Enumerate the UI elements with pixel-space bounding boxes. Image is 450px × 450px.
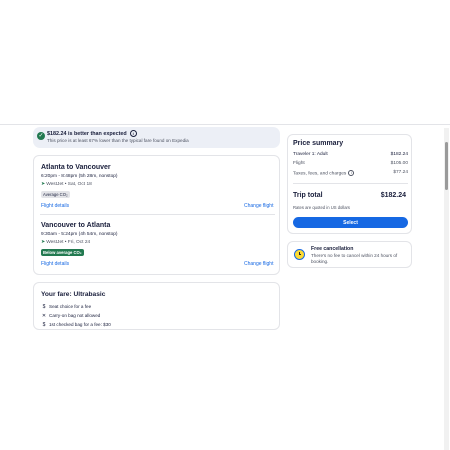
free-cancellation-card: Free cancellation There's no fee to canc… xyxy=(287,241,412,268)
fare-item-text: 1st checked bag for a fee: $30 xyxy=(49,322,111,327)
currency-note: Rates are quoted in US dollars xyxy=(293,205,351,210)
trip-total-value: $182.24 xyxy=(380,192,406,199)
fare-item-text: Carry-on bag not allowed xyxy=(49,313,101,318)
deal-subtitle: This price is at least 67% lower than th… xyxy=(47,138,189,143)
deal-title-row: $182.24 is better than expected i xyxy=(47,130,137,137)
x-icon: ✕ xyxy=(41,313,47,319)
airline-logo-icon: ➤ xyxy=(41,239,46,245)
airline-logo-icon: ➤ xyxy=(41,181,46,187)
flight-airline-text: WestJet • Fri, Oct 24 xyxy=(46,240,91,245)
traveler-label: Traveler 1: Adult xyxy=(293,152,328,157)
deal-title: $182.24 is better than expected xyxy=(47,130,127,137)
flight-price-label: Flight xyxy=(293,161,305,166)
flight-price-value: $105.00 xyxy=(390,161,408,166)
dollar-icon: $ xyxy=(42,304,46,310)
checkmark-icon: ✓ xyxy=(37,132,45,140)
price-deal-banner: ✓ $182.24 is better than expected i This … xyxy=(33,127,280,148)
header-divider xyxy=(0,124,450,125)
traveler-value: $182.24 xyxy=(390,152,408,157)
taxes-value: $77.24 xyxy=(393,170,408,175)
fare-item: $1st checked bag for a fee: $30 xyxy=(41,322,111,328)
flight-details-link[interactable]: Flight details xyxy=(41,203,69,209)
info-icon[interactable]: i xyxy=(348,170,355,176)
trip-total-label: Trip total xyxy=(293,192,323,199)
fare-item: $ Seat choice for a fee xyxy=(41,304,92,310)
emissions-badge: Below average CO₂ xyxy=(41,249,84,256)
cancellation-title: Free cancellation xyxy=(311,246,354,252)
fare-card: Your fare: Ultrabasic $ Seat choice for a… xyxy=(33,282,280,330)
price-divider xyxy=(293,183,408,184)
flight-divider xyxy=(40,214,275,215)
flight-airline: ➤WestJet • Fri, Oct 24 xyxy=(41,239,90,245)
cancellation-text: There's no fee to cancel within 24 hours… xyxy=(311,253,398,264)
price-summary-card: Price summary Traveler 1: Adult $182.24 … xyxy=(287,134,412,234)
taxes-label: Taxes, fees, and charges xyxy=(293,171,347,177)
flight-airline: ➤WestJet • Sat, Oct 18 xyxy=(41,181,92,187)
flight-airline-text: WestJet • Sat, Oct 18 xyxy=(46,182,92,187)
dollar-icon: $ xyxy=(42,322,46,328)
scrollbar-thumb[interactable] xyxy=(445,142,448,190)
flight-price-row: Flight $105.00 xyxy=(293,161,408,166)
fare-item-text: Seat choice for a fee xyxy=(49,304,92,309)
select-button[interactable]: Select xyxy=(293,217,408,228)
clock-icon xyxy=(294,249,305,260)
flights-card: Atlanta to Vancouver 6:20pm - 8:48pm (5h… xyxy=(33,155,280,275)
flight-time: 6:20pm - 8:48pm (5h 28m, nonstop) xyxy=(41,174,118,179)
emissions-badge: Average CO₂ xyxy=(41,191,70,198)
change-flight-link[interactable]: Change flight xyxy=(244,203,273,209)
flight-title: Atlanta to Vancouver xyxy=(41,164,111,171)
price-summary-title: Price summary xyxy=(293,140,344,147)
fare-title: Your fare: Ultrabasic xyxy=(41,291,106,298)
traveler-row: Traveler 1: Adult $182.24 xyxy=(293,152,408,157)
change-flight-link[interactable]: Change flight xyxy=(244,261,273,267)
flight-time: 9:30am - 5:24pm (4h 54m, nonstop) xyxy=(41,232,118,237)
taxes-row: Taxes, fees, and charges i $77.24 xyxy=(293,170,408,176)
fare-item: ✕ Carry-on bag not allowed xyxy=(41,313,100,319)
flight-details-link[interactable]: Flight details xyxy=(41,261,69,267)
flight-title: Vancouver to Atlanta xyxy=(41,222,111,229)
info-icon[interactable]: i xyxy=(129,130,137,137)
